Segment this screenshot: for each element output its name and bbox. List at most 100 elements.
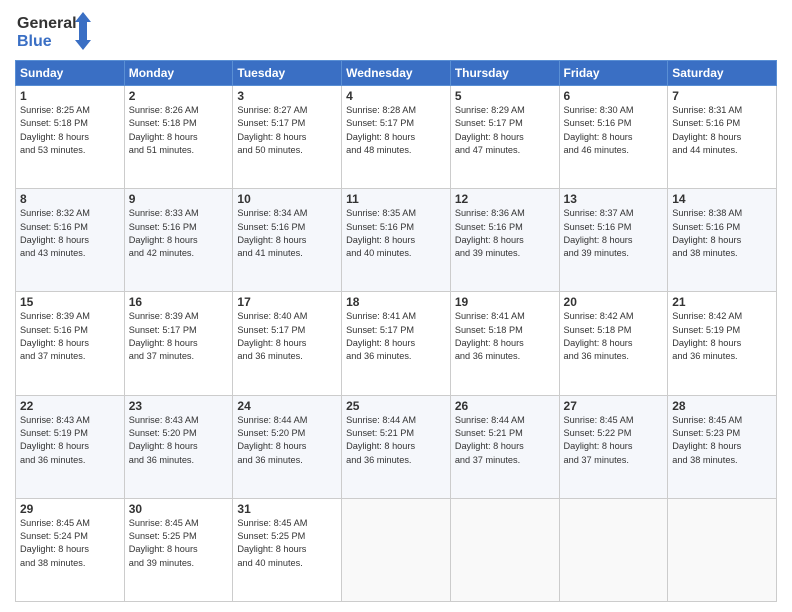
calendar-cell: 12Sunrise: 8:36 AM Sunset: 5:16 PM Dayli… — [450, 189, 559, 292]
day-info: Sunrise: 8:39 AM Sunset: 5:16 PM Dayligh… — [20, 310, 120, 363]
day-info: Sunrise: 8:30 AM Sunset: 5:16 PM Dayligh… — [564, 104, 664, 157]
calendar-cell: 15Sunrise: 8:39 AM Sunset: 5:16 PM Dayli… — [16, 292, 125, 395]
day-info: Sunrise: 8:45 AM Sunset: 5:25 PM Dayligh… — [237, 517, 337, 570]
page: GeneralBlue SundayMondayTuesdayWednesday… — [0, 0, 792, 612]
calendar-header-monday: Monday — [124, 61, 233, 86]
calendar-cell: 18Sunrise: 8:41 AM Sunset: 5:17 PM Dayli… — [342, 292, 451, 395]
svg-text:General: General — [17, 15, 77, 32]
calendar-cell — [342, 498, 451, 601]
calendar-header-sunday: Sunday — [16, 61, 125, 86]
calendar-header-wednesday: Wednesday — [342, 61, 451, 86]
day-info: Sunrise: 8:42 AM Sunset: 5:18 PM Dayligh… — [564, 310, 664, 363]
calendar-cell: 24Sunrise: 8:44 AM Sunset: 5:20 PM Dayli… — [233, 395, 342, 498]
day-number: 14 — [672, 192, 772, 206]
day-info: Sunrise: 8:36 AM Sunset: 5:16 PM Dayligh… — [455, 207, 555, 260]
day-info: Sunrise: 8:43 AM Sunset: 5:20 PM Dayligh… — [129, 414, 229, 467]
calendar-cell: 8Sunrise: 8:32 AM Sunset: 5:16 PM Daylig… — [16, 189, 125, 292]
calendar-table: SundayMondayTuesdayWednesdayThursdayFrid… — [15, 60, 777, 602]
calendar-cell: 23Sunrise: 8:43 AM Sunset: 5:20 PM Dayli… — [124, 395, 233, 498]
day-number: 2 — [129, 89, 229, 103]
day-number: 21 — [672, 295, 772, 309]
calendar-header-row: SundayMondayTuesdayWednesdayThursdayFrid… — [16, 61, 777, 86]
day-number: 11 — [346, 192, 446, 206]
calendar-week-4: 22Sunrise: 8:43 AM Sunset: 5:19 PM Dayli… — [16, 395, 777, 498]
calendar-cell — [668, 498, 777, 601]
day-number: 5 — [455, 89, 555, 103]
calendar-cell: 9Sunrise: 8:33 AM Sunset: 5:16 PM Daylig… — [124, 189, 233, 292]
day-number: 19 — [455, 295, 555, 309]
day-number: 6 — [564, 89, 664, 103]
day-number: 8 — [20, 192, 120, 206]
calendar-week-5: 29Sunrise: 8:45 AM Sunset: 5:24 PM Dayli… — [16, 498, 777, 601]
day-info: Sunrise: 8:40 AM Sunset: 5:17 PM Dayligh… — [237, 310, 337, 363]
day-info: Sunrise: 8:45 AM Sunset: 5:23 PM Dayligh… — [672, 414, 772, 467]
day-info: Sunrise: 8:37 AM Sunset: 5:16 PM Dayligh… — [564, 207, 664, 260]
day-number: 16 — [129, 295, 229, 309]
calendar-header-tuesday: Tuesday — [233, 61, 342, 86]
calendar-cell: 20Sunrise: 8:42 AM Sunset: 5:18 PM Dayli… — [559, 292, 668, 395]
day-info: Sunrise: 8:38 AM Sunset: 5:16 PM Dayligh… — [672, 207, 772, 260]
day-number: 9 — [129, 192, 229, 206]
calendar-cell — [559, 498, 668, 601]
logo-icon: GeneralBlue — [15, 10, 95, 52]
day-info: Sunrise: 8:44 AM Sunset: 5:21 PM Dayligh… — [455, 414, 555, 467]
calendar-cell: 28Sunrise: 8:45 AM Sunset: 5:23 PM Dayli… — [668, 395, 777, 498]
day-info: Sunrise: 8:28 AM Sunset: 5:17 PM Dayligh… — [346, 104, 446, 157]
day-info: Sunrise: 8:44 AM Sunset: 5:20 PM Dayligh… — [237, 414, 337, 467]
day-number: 25 — [346, 399, 446, 413]
day-number: 28 — [672, 399, 772, 413]
day-number: 30 — [129, 502, 229, 516]
calendar-cell: 27Sunrise: 8:45 AM Sunset: 5:22 PM Dayli… — [559, 395, 668, 498]
day-info: Sunrise: 8:41 AM Sunset: 5:18 PM Dayligh… — [455, 310, 555, 363]
day-info: Sunrise: 8:25 AM Sunset: 5:18 PM Dayligh… — [20, 104, 120, 157]
day-number: 22 — [20, 399, 120, 413]
calendar-week-3: 15Sunrise: 8:39 AM Sunset: 5:16 PM Dayli… — [16, 292, 777, 395]
calendar-cell: 17Sunrise: 8:40 AM Sunset: 5:17 PM Dayli… — [233, 292, 342, 395]
calendar-cell: 10Sunrise: 8:34 AM Sunset: 5:16 PM Dayli… — [233, 189, 342, 292]
day-number: 23 — [129, 399, 229, 413]
header: GeneralBlue — [15, 10, 777, 52]
day-info: Sunrise: 8:33 AM Sunset: 5:16 PM Dayligh… — [129, 207, 229, 260]
calendar-cell: 7Sunrise: 8:31 AM Sunset: 5:16 PM Daylig… — [668, 86, 777, 189]
calendar-cell: 11Sunrise: 8:35 AM Sunset: 5:16 PM Dayli… — [342, 189, 451, 292]
calendar-cell: 14Sunrise: 8:38 AM Sunset: 5:16 PM Dayli… — [668, 189, 777, 292]
calendar-cell: 25Sunrise: 8:44 AM Sunset: 5:21 PM Dayli… — [342, 395, 451, 498]
day-info: Sunrise: 8:32 AM Sunset: 5:16 PM Dayligh… — [20, 207, 120, 260]
day-info: Sunrise: 8:43 AM Sunset: 5:19 PM Dayligh… — [20, 414, 120, 467]
calendar-cell: 22Sunrise: 8:43 AM Sunset: 5:19 PM Dayli… — [16, 395, 125, 498]
day-info: Sunrise: 8:29 AM Sunset: 5:17 PM Dayligh… — [455, 104, 555, 157]
day-info: Sunrise: 8:27 AM Sunset: 5:17 PM Dayligh… — [237, 104, 337, 157]
day-info: Sunrise: 8:45 AM Sunset: 5:25 PM Dayligh… — [129, 517, 229, 570]
day-number: 26 — [455, 399, 555, 413]
calendar-cell: 13Sunrise: 8:37 AM Sunset: 5:16 PM Dayli… — [559, 189, 668, 292]
day-info: Sunrise: 8:26 AM Sunset: 5:18 PM Dayligh… — [129, 104, 229, 157]
day-info: Sunrise: 8:44 AM Sunset: 5:21 PM Dayligh… — [346, 414, 446, 467]
calendar-week-2: 8Sunrise: 8:32 AM Sunset: 5:16 PM Daylig… — [16, 189, 777, 292]
calendar-header-saturday: Saturday — [668, 61, 777, 86]
calendar-cell: 29Sunrise: 8:45 AM Sunset: 5:24 PM Dayli… — [16, 498, 125, 601]
calendar-cell: 30Sunrise: 8:45 AM Sunset: 5:25 PM Dayli… — [124, 498, 233, 601]
day-number: 3 — [237, 89, 337, 103]
calendar-cell: 3Sunrise: 8:27 AM Sunset: 5:17 PM Daylig… — [233, 86, 342, 189]
day-info: Sunrise: 8:45 AM Sunset: 5:24 PM Dayligh… — [20, 517, 120, 570]
day-info: Sunrise: 8:34 AM Sunset: 5:16 PM Dayligh… — [237, 207, 337, 260]
day-number: 10 — [237, 192, 337, 206]
calendar-cell: 26Sunrise: 8:44 AM Sunset: 5:21 PM Dayli… — [450, 395, 559, 498]
day-number: 15 — [20, 295, 120, 309]
calendar-cell: 5Sunrise: 8:29 AM Sunset: 5:17 PM Daylig… — [450, 86, 559, 189]
day-number: 31 — [237, 502, 337, 516]
day-info: Sunrise: 8:42 AM Sunset: 5:19 PM Dayligh… — [672, 310, 772, 363]
day-info: Sunrise: 8:35 AM Sunset: 5:16 PM Dayligh… — [346, 207, 446, 260]
calendar-header-friday: Friday — [559, 61, 668, 86]
day-info: Sunrise: 8:45 AM Sunset: 5:22 PM Dayligh… — [564, 414, 664, 467]
day-number: 18 — [346, 295, 446, 309]
day-number: 27 — [564, 399, 664, 413]
calendar-cell: 19Sunrise: 8:41 AM Sunset: 5:18 PM Dayli… — [450, 292, 559, 395]
day-number: 12 — [455, 192, 555, 206]
logo: GeneralBlue — [15, 10, 95, 52]
calendar-cell — [450, 498, 559, 601]
calendar-week-1: 1Sunrise: 8:25 AM Sunset: 5:18 PM Daylig… — [16, 86, 777, 189]
calendar-cell: 6Sunrise: 8:30 AM Sunset: 5:16 PM Daylig… — [559, 86, 668, 189]
svg-text:Blue: Blue — [17, 33, 52, 50]
day-number: 24 — [237, 399, 337, 413]
